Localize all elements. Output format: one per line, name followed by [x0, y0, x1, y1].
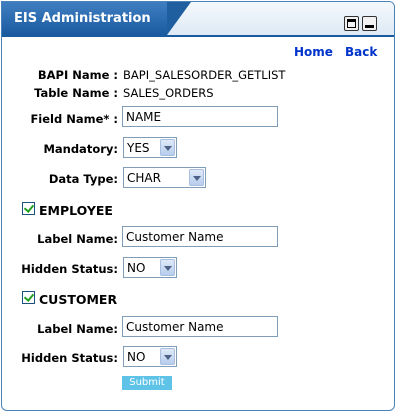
employee-hidden-status-select[interactable]: NO — [123, 257, 177, 278]
submit-button[interactable]: Submit — [122, 376, 172, 390]
employee-section-title: EMPLOYEE — [39, 203, 113, 218]
chevron-down-icon — [189, 169, 204, 186]
chevron-down-icon — [160, 139, 175, 156]
field-name-label: Field Name* : — [30, 112, 118, 126]
customer-label-name-input[interactable] — [122, 316, 278, 337]
employee-hidden-status-label: Hidden Status: — [21, 262, 118, 276]
data-type-label: Data Type: — [48, 172, 118, 186]
field-name-input[interactable] — [122, 106, 278, 127]
chevron-down-icon — [160, 259, 175, 276]
mandatory-label: Mandatory: — [43, 142, 118, 156]
minimize-icon — [365, 25, 374, 28]
data-type-selected: CHAR — [127, 171, 161, 185]
data-type-select[interactable]: CHAR — [123, 167, 206, 188]
employee-label-name-input[interactable] — [122, 226, 278, 247]
mandatory-select[interactable]: YES — [123, 137, 177, 158]
maximize-icon — [347, 19, 356, 28]
customer-hidden-status-label: Hidden Status: — [21, 351, 118, 365]
window-title: EIS Administration — [2, 2, 191, 35]
employee-checkbox[interactable] — [22, 202, 35, 215]
customer-hidden-status-selected: NO — [127, 350, 146, 364]
minimize-button[interactable] — [362, 16, 377, 31]
home-link[interactable]: Home — [294, 45, 333, 59]
customer-section-title: CUSTOMER — [39, 292, 118, 307]
bapi-name-value: BAPI_SALESORDER_GETLIST — [123, 68, 286, 82]
table-name-label: Table Name : — [34, 86, 118, 100]
maximize-button[interactable] — [344, 16, 359, 31]
customer-hidden-status-select[interactable]: NO — [123, 346, 177, 367]
mandatory-selected: YES — [127, 141, 150, 155]
table-name-value: SALES_ORDERS — [123, 86, 214, 100]
back-link[interactable]: Back — [345, 45, 377, 59]
eis-admin-portlet: EIS Administration Home Back BAPI Name :… — [1, 1, 395, 411]
customer-label-name-label: Label Name: — [37, 322, 118, 336]
title-divider — [2, 35, 394, 37]
employee-label-name-label: Label Name: — [37, 232, 118, 246]
employee-hidden-status-selected: NO — [127, 261, 146, 275]
bapi-name-label: BAPI Name : — [37, 68, 118, 82]
chevron-down-icon — [160, 348, 175, 365]
customer-checkbox[interactable] — [22, 291, 35, 304]
title-bar: EIS Administration — [2, 2, 394, 37]
